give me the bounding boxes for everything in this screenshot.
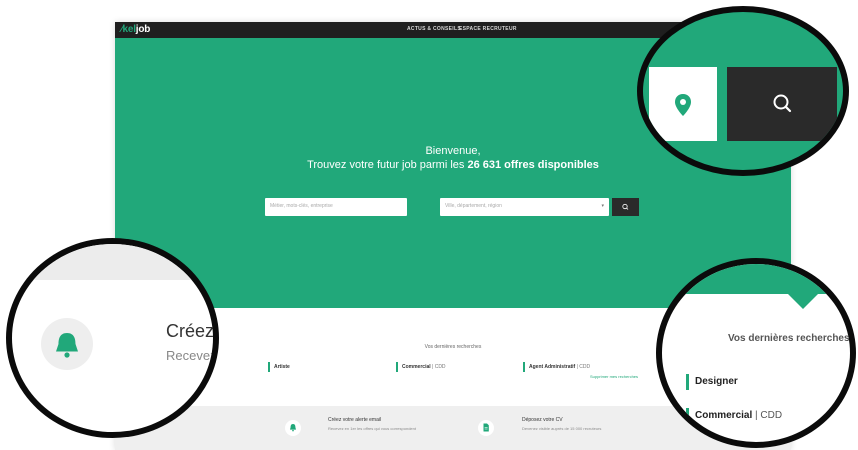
recent-search-item[interactable]: Agent Administratif | CDD	[523, 362, 590, 372]
job-search-input[interactable]: Métier, mots-clés, entreprise	[265, 198, 407, 216]
recent-search-item[interactable]: Artiste	[268, 362, 290, 372]
location-pin-button[interactable]	[649, 67, 717, 141]
chevron-down-icon: ▾	[601, 203, 604, 209]
magnified-bell-button[interactable]	[41, 318, 93, 370]
document-icon	[483, 423, 489, 432]
bell-icon	[56, 333, 78, 358]
search-icon	[622, 203, 629, 210]
magnified-alert-subtitle: Recevez	[166, 348, 217, 363]
magnified-top-band	[12, 244, 213, 280]
search-button[interactable]	[612, 198, 639, 216]
alert-cta-subtitle: Recevez en 1er les offres qui vous corre…	[328, 426, 416, 431]
magnifier-recent-searches: Vos dernières recherches Designer Commer…	[656, 258, 856, 448]
magnified-search-button[interactable]	[727, 67, 837, 141]
location-input[interactable]: Ville, département, région ▾	[440, 198, 609, 216]
magnified-alert-heading: Créez v	[166, 321, 215, 341]
logo[interactable]: ⁄keljob	[121, 24, 150, 35]
magnifier-email-alert: Créez v Recevez	[6, 238, 219, 438]
cv-cta-title[interactable]: Déposez votre CV	[522, 417, 563, 423]
cv-cta-icon[interactable]	[478, 420, 494, 436]
nav-recruteur[interactable]: ESPACE RECRUTEUR	[459, 26, 517, 32]
alert-cta-title[interactable]: Créez votre alerte email	[328, 417, 381, 423]
location-pin-icon	[675, 94, 691, 116]
alert-cta-icon[interactable]	[285, 420, 301, 436]
magnified-recent-item[interactable]: Commercial | CDD	[686, 408, 782, 424]
magnified-hero-edge	[662, 264, 850, 294]
delete-searches-link[interactable]: Supprimer mes recherches	[590, 374, 638, 379]
search-icon	[773, 94, 792, 113]
cv-cta-subtitle: Devenez visible auprès de 15 000 recrute…	[522, 426, 602, 431]
recent-search-item[interactable]: Commercial | CDD	[396, 362, 446, 372]
magnified-recent-title: Vos dernières recherches	[728, 333, 850, 344]
magnifier-search-controls	[637, 6, 849, 176]
bell-icon	[290, 424, 296, 432]
magnified-recent-item[interactable]: Designer	[686, 374, 738, 390]
magnified-notch	[788, 294, 818, 309]
nav-actus[interactable]: ACTUS & CONSEILS	[407, 26, 461, 32]
promo-stage: ⁄keljob ACTUS & CONSEILS ESPACE RECRUTEU…	[0, 0, 858, 450]
